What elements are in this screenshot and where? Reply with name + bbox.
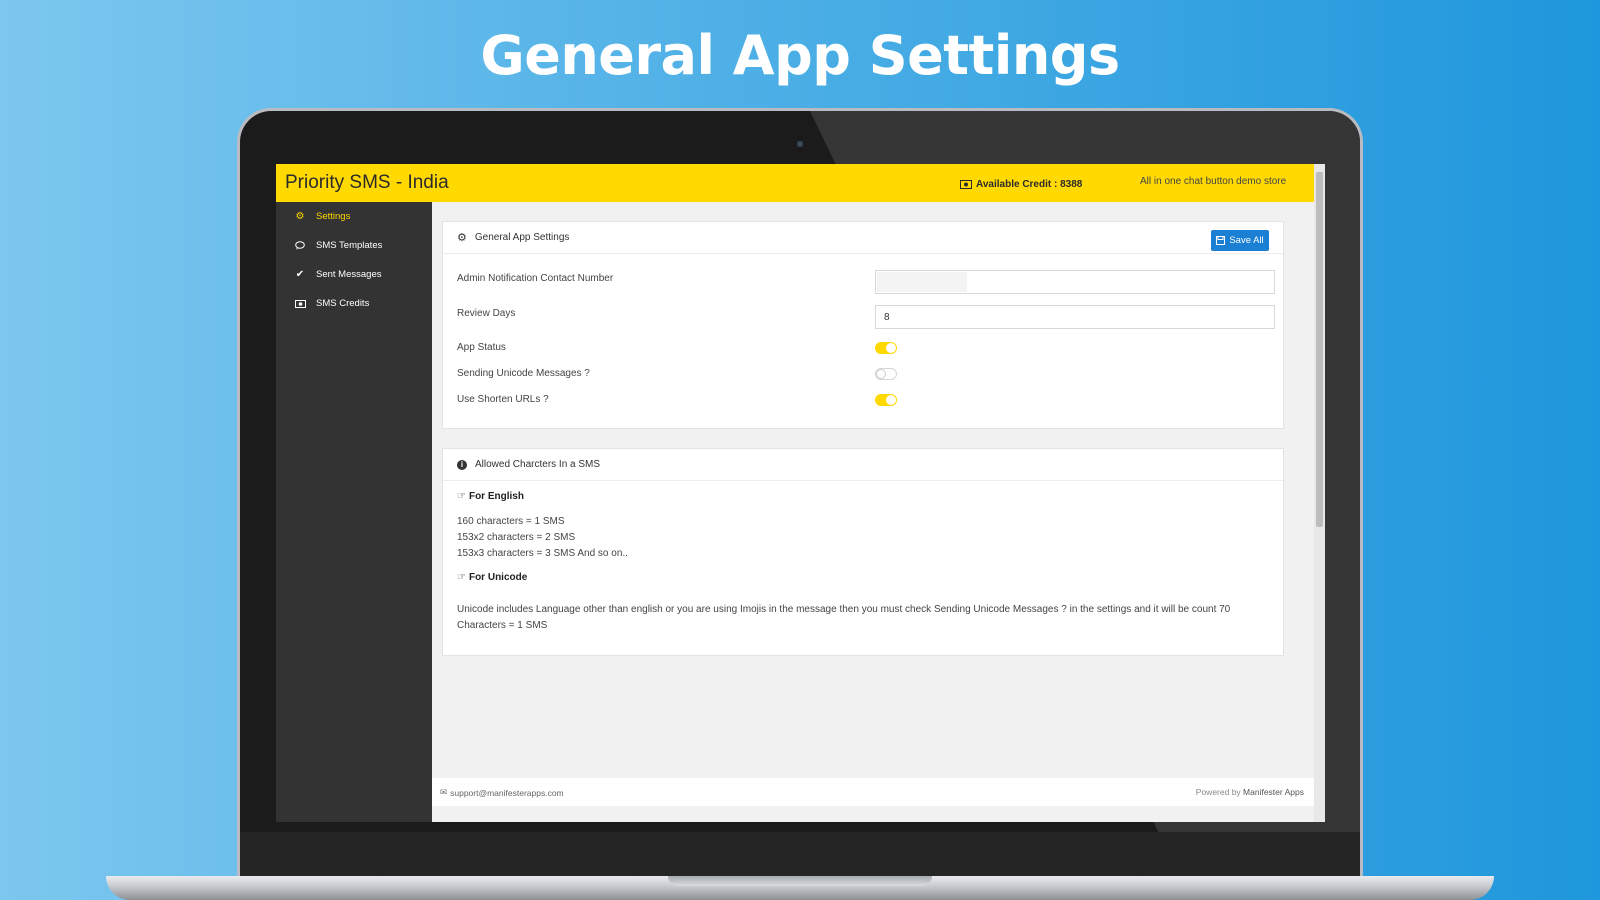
sidebar-item-sms-templates[interactable]: SMS Templates [294,240,382,251]
sidebar-item-label: Settings [316,211,351,222]
money-icon [294,299,306,308]
store-name[interactable]: All in one chat button demo store [1140,176,1286,187]
sidebar-item-sent-messages[interactable]: ✔ Sent Messages [294,269,382,280]
envelope-icon: ✉ [440,787,448,797]
unicode-description-cont: Characters = 1 SMS [457,620,548,631]
settings-card: ⚙ General App Settings Save All Admin No… [442,221,1284,429]
gears-icon: ⚙ [295,211,305,222]
sidebar-item-label: Sent Messages [316,269,382,280]
laptop-notch [668,876,932,886]
credit-label: Available Credit : 8388 [976,179,1083,190]
top-bar: Priority SMS - India Available Credit : … [276,164,1314,202]
redacted-value [877,272,967,292]
info-icon: i [457,459,467,470]
unicode-heading: ☞ For Unicode [457,572,528,583]
gear-icon: ⚙ [457,232,467,244]
english-line: 153x2 characters = 2 SMS [457,532,576,543]
admin-number-field[interactable] [875,270,1275,294]
english-heading: ☞ For English [457,491,524,502]
shorten-urls-toggle[interactable] [875,394,897,406]
hand-pointer-icon: ☞ [457,572,466,583]
hand-pointer-icon: ☞ [457,491,466,502]
available-credit: Available Credit : 8388 [960,179,1082,190]
allowed-characters-title: Allowed Charcters In a SMS [475,459,601,470]
allowed-characters-header: i Allowed Charcters In a SMS [443,449,1283,481]
admin-number-label: Admin Notification Contact Number [457,273,614,284]
english-line: 153x3 characters = 3 SMS And so on.. [457,548,628,559]
main-content: ⚙ General App Settings Save All Admin No… [432,202,1314,822]
app-status-toggle[interactable] [875,342,897,354]
scroll-thumb[interactable] [1316,172,1323,527]
headline: General App Settings [480,24,1120,87]
webcam [797,141,803,147]
support-email[interactable]: ✉ support@manifesterapps.com [440,787,564,798]
settings-card-title: General App Settings [474,232,570,243]
laptop-chin [240,832,1360,878]
settings-card-header: ⚙ General App Settings [443,222,1283,254]
check-icon: ✔ [295,269,305,280]
allowed-characters-card: i Allowed Charcters In a SMS ☞ For Engli… [442,448,1284,656]
sidebar-item-sms-credits[interactable]: SMS Credits [294,298,369,309]
app-screen: Priority SMS - India Available Credit : … [276,164,1325,822]
floppy-icon [1216,236,1226,245]
sidebar-item-settings[interactable]: ⚙ Settings [294,211,351,222]
unicode-toggle[interactable] [875,368,897,380]
app-title: Priority SMS - India [285,172,449,193]
shorten-urls-label: Use Shorten URLs ? [457,394,549,405]
review-days-label: Review Days [457,308,516,319]
review-days-field[interactable] [875,305,1275,329]
sidebar-item-label: SMS Templates [316,240,383,251]
save-all-label: Save All [1229,235,1264,246]
app-status-label: App Status [457,342,506,353]
footer: ✉ support@manifesterapps.com Powered by … [432,778,1314,806]
english-line: 160 characters = 1 SMS [457,516,565,527]
unicode-description: Unicode includes Language other than eng… [457,604,1231,615]
powered-by: Powered by Manifester Apps [1195,787,1304,797]
money-icon [960,180,972,189]
comment-icon [294,241,306,250]
sidebar-item-label: SMS Credits [316,298,370,309]
save-all-button[interactable]: Save All [1211,230,1269,251]
powered-by-name[interactable]: Manifester Apps [1243,787,1304,797]
unicode-label: Sending Unicode Messages ? [457,368,590,379]
scrollbar[interactable] [1314,164,1325,822]
sidebar: ⚙ Settings SMS Templates ✔ Sent Messages… [276,202,432,822]
